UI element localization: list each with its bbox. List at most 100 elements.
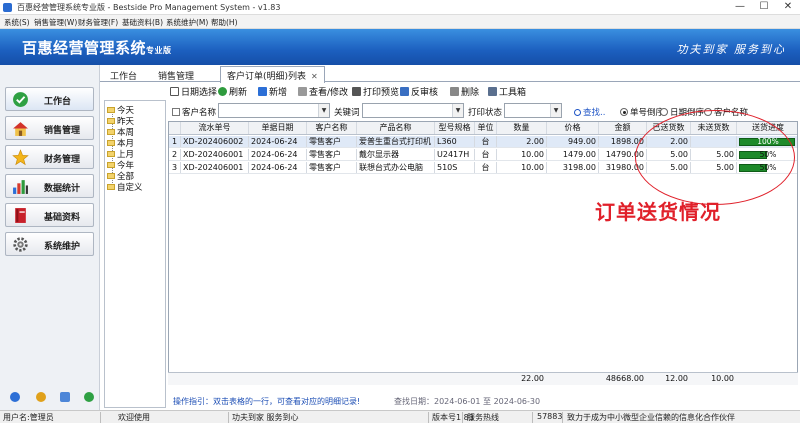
folder-icon bbox=[107, 173, 115, 179]
menu-finance[interactable]: 财务管理(F) bbox=[78, 17, 118, 28]
cell-price: 1479.00 bbox=[547, 149, 599, 160]
status-mission: 致力于成为中小微型企业信赖的信息化合作伙伴 bbox=[567, 413, 735, 422]
nav-workbench[interactable]: 工作台 bbox=[5, 87, 94, 111]
folder-icon bbox=[107, 107, 115, 113]
nav-sales[interactable]: 销售管理 bbox=[5, 116, 94, 140]
col-product[interactable]: 产品名称 bbox=[357, 122, 435, 134]
tab-sales[interactable]: 销售管理 bbox=[152, 67, 200, 82]
delete-button[interactable]: 删除 bbox=[450, 85, 479, 98]
tab-bar: 工作台 销售管理 客户订单(明细)列表 ✕ bbox=[100, 65, 800, 83]
print-icon bbox=[352, 87, 361, 96]
nav-maintenance[interactable]: 系统维护 bbox=[5, 232, 94, 256]
tab-workbench[interactable]: 工作台 bbox=[104, 67, 143, 82]
total-qty: 22.00 bbox=[521, 374, 544, 383]
view-edit-button[interactable]: 查看/修改 bbox=[298, 85, 348, 98]
cell-model: U2417H bbox=[435, 149, 475, 160]
menu-sales[interactable]: 销售管理(W) bbox=[34, 17, 77, 28]
folder-icon bbox=[107, 118, 115, 124]
folder-icon bbox=[107, 151, 115, 157]
shortcut-info-icon[interactable] bbox=[10, 392, 20, 402]
tab-close-icon[interactable]: ✕ bbox=[311, 72, 318, 81]
menu-maintenance[interactable]: 系统维护(M) bbox=[166, 17, 208, 28]
col-serial[interactable]: 流水单号 bbox=[181, 122, 249, 134]
star-icon bbox=[12, 149, 29, 166]
left-nav: 工作台 销售管理 财务管理 数据统计 基础资料 系统维护 bbox=[0, 65, 100, 410]
date-select-button[interactable]: 日期选择 bbox=[170, 85, 217, 98]
shortcut-exit-icon[interactable] bbox=[84, 392, 94, 402]
toolbar: 日期选择 刷新 新增 查看/修改 打印预览 反审核 删除 工具箱 bbox=[168, 84, 800, 99]
new-button[interactable]: 新增 bbox=[258, 85, 287, 98]
menu-help[interactable]: 帮助(H) bbox=[211, 17, 238, 28]
chevron-down-icon: ▼ bbox=[550, 104, 561, 117]
col-date[interactable]: 单据日期 bbox=[249, 122, 307, 134]
window-title: 百惠经营管理系统专业版 - Bestside Pro Management Sy… bbox=[17, 3, 281, 12]
minimize-button[interactable]: — bbox=[728, 0, 752, 15]
hint-row: 操作指引：双击表格的一行，可查看对应的明细记录! 查找日期：2024-06-01… bbox=[168, 395, 800, 408]
folder-icon bbox=[107, 140, 115, 146]
plus-icon bbox=[258, 87, 267, 96]
cell-price: 949.00 bbox=[547, 136, 599, 147]
status-service-label: 服务热线 bbox=[467, 413, 499, 422]
chevron-down-icon: ▼ bbox=[452, 104, 463, 117]
book-icon bbox=[15, 208, 26, 223]
col-customer[interactable]: 客户名称 bbox=[307, 122, 357, 134]
print-preview-button[interactable]: 打印预览 bbox=[352, 85, 399, 98]
nav-shortcuts bbox=[0, 389, 100, 409]
status-motto: 功夫到家 服务到心 bbox=[232, 413, 299, 422]
app-icon bbox=[3, 3, 12, 12]
col-price[interactable]: 价格 bbox=[547, 122, 599, 134]
print-status-label: 打印状态 bbox=[468, 108, 503, 118]
cell-model: L360 bbox=[435, 136, 475, 147]
menu-basic-data[interactable]: 基础资料(B) bbox=[122, 17, 163, 28]
cell-model: 510S bbox=[435, 162, 475, 173]
menu-system[interactable]: 系统(S) bbox=[4, 17, 30, 28]
search-link[interactable]: 查找.. bbox=[574, 106, 605, 118]
customer-combo[interactable]: ▼ bbox=[218, 103, 330, 118]
folder-icon bbox=[107, 129, 115, 135]
status-user: 用户名:管理员 bbox=[3, 413, 54, 422]
print-status-combo[interactable]: ▼ bbox=[504, 103, 562, 118]
annotation-ellipse bbox=[635, 110, 795, 205]
customer-filter-checkbox[interactable]: 客户名称 bbox=[172, 106, 216, 118]
totals-row: 22.00 48668.00 12.00 10.00 bbox=[168, 372, 798, 385]
col-unit[interactable]: 单位 bbox=[475, 122, 497, 134]
col-amount[interactable]: 金额 bbox=[599, 122, 647, 134]
cell-unit: 台 bbox=[475, 162, 497, 173]
shortcut-help-icon[interactable] bbox=[36, 392, 46, 402]
keyword-label: 关键词 bbox=[334, 108, 360, 118]
maximize-button[interactable]: ☐ bbox=[752, 0, 776, 15]
cell-customer: 零售客户 bbox=[307, 162, 357, 173]
shortcut-screen-icon[interactable] bbox=[60, 392, 70, 402]
app-window: 百惠经营管理系统专业版 - Bestside Pro Management Sy… bbox=[0, 0, 800, 423]
total-delivered: 12.00 bbox=[665, 374, 688, 383]
refresh-button[interactable]: 刷新 bbox=[218, 85, 247, 98]
cell-no: 3 bbox=[169, 162, 181, 173]
close-window-button[interactable]: ✕ bbox=[776, 0, 800, 15]
date-tree: 今天 昨天 本周 本月 上月 今年 全部 自定义 bbox=[104, 100, 166, 408]
cell-serial: XD-202406002 bbox=[181, 136, 249, 147]
tab-customer-orders[interactable]: 客户订单(明细)列表 ✕ bbox=[220, 66, 325, 83]
nav-basic-data[interactable]: 基础资料 bbox=[5, 203, 94, 227]
unaudit-button[interactable]: 反审核 bbox=[400, 85, 438, 98]
menu-bar: 系统(S) 销售管理(W) 财务管理(F) 基础资料(B) 系统维护(M) 帮助… bbox=[0, 15, 800, 29]
status-service-number: 57883 bbox=[537, 412, 563, 421]
toolbox-icon bbox=[488, 87, 497, 96]
col-qty[interactable]: 数量 bbox=[497, 122, 547, 134]
radio-order-desc[interactable]: 单号倒序 bbox=[620, 106, 664, 118]
annotation-text: 订单送货情况 bbox=[595, 200, 721, 224]
toolbox-button[interactable]: 工具箱 bbox=[488, 85, 526, 98]
col-model[interactable]: 型号规格 bbox=[435, 122, 475, 134]
nav-statistics[interactable]: 数据统计 bbox=[5, 174, 94, 198]
cell-no: 1 bbox=[169, 136, 181, 147]
nav-finance[interactable]: 财务管理 bbox=[5, 145, 94, 169]
keyword-combo[interactable]: ▼ bbox=[362, 103, 464, 118]
cell-qty: 2.00 bbox=[497, 136, 547, 147]
calendar-icon bbox=[170, 87, 179, 96]
cell-product: 戴尔显示器 bbox=[357, 149, 435, 160]
trash-icon bbox=[450, 87, 459, 96]
view-icon bbox=[298, 87, 307, 96]
cell-date: 2024-06-24 bbox=[249, 162, 307, 173]
cell-unit: 台 bbox=[475, 149, 497, 160]
tree-node[interactable]: 自定义 bbox=[107, 181, 143, 193]
cell-qty: 10.00 bbox=[497, 162, 547, 173]
